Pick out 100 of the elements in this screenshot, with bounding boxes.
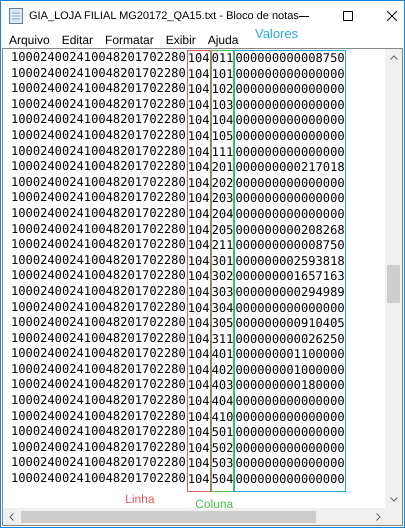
record-text: 104 [188,113,210,129]
record-text: 305 [212,316,234,332]
notepad-icon [9,8,23,24]
close-icon[interactable] [386,11,397,21]
record-text: 000000002593818 [235,254,345,270]
record-text: 104 [212,113,234,129]
menu-item[interactable]: Exibir [166,30,196,48]
record-text: 104 [188,456,210,472]
record-text: 100024002410048201702280 [11,144,186,160]
scroll-down-icon[interactable] [390,497,398,502]
record-text: 104 [188,347,210,363]
record-text: 100024002410048201702280 [11,362,186,378]
record-text: 104 [188,440,210,456]
record-text: 402 [212,362,234,378]
record-text: 104 [188,332,210,348]
record-text: 104 [188,269,210,285]
record-text: 000000000000000 [235,394,345,410]
record-text: 100024002410048201702280 [11,222,186,238]
record-text: 104 [188,284,210,300]
record-text: 000000000000000 [235,206,345,223]
record-text: 503 [212,456,234,472]
record-text: 000000000910405 [235,316,345,332]
record-text: 000000000000000 [235,176,345,192]
record-text: 104 [188,316,210,332]
record-text: 000000000000000 [235,113,345,129]
record-text: 410 [212,410,234,426]
record-text: 100024002410048201702280 [11,471,186,487]
scrollbar-thumb[interactable] [21,510,316,522]
annotation-label: Valores [255,25,298,43]
record-text: 100024002410048201702280 [11,112,186,128]
menu-item[interactable]: Arquivo [9,30,50,48]
record-text: 000000000000000 [235,82,345,98]
menu-item[interactable]: Editar [62,30,94,48]
record-text: 000000000026250 [235,332,345,348]
record-text: 204 [212,206,234,223]
record-text: 000000001000000 [235,362,345,378]
record-text: 000000000000000 [235,144,345,160]
record-text: 202 [212,176,234,192]
record-text: 104 [188,128,210,145]
record-text: 404 [212,394,234,410]
record-text: 100024002410048201702280 [11,159,186,175]
record-text: 403 [212,378,234,394]
record-text: 100024002410048201702280 [11,377,186,394]
record-text: 104 [188,82,210,98]
record-text: 111 [212,144,234,160]
record-text: 100024002410048201702280 [11,174,186,190]
record-text: 000000001100000 [235,347,345,363]
record-text: 303 [212,284,234,300]
maximize-icon[interactable] [342,11,353,21]
record-text: 302 [212,269,234,285]
record-text: 104 [188,300,210,316]
record-text: 201 [212,160,234,176]
record-text: 102 [212,82,234,98]
scrollbar-thumb[interactable] [387,265,400,303]
record-text: 105 [212,128,234,145]
record-text: 000000000000000 [235,128,345,145]
record-text: 000000000294989 [235,284,345,300]
record-text: 100024002410048201702280 [11,268,186,284]
menu-item[interactable]: Formatar [105,30,154,48]
record-text: 000000000000000 [235,456,345,472]
record-text: 000000000008750 [235,51,345,67]
record-text: 100024002410048201702280 [11,408,186,424]
record-text: 000000000000000 [235,98,345,114]
record-text: 104 [188,472,210,488]
record-text: 100024002410048201702280 [11,330,186,346]
record-text: 104 [188,378,210,394]
record-text: 011 [212,51,234,67]
record-text: 100024002410048201702280 [11,81,186,97]
scroll-right-icon[interactable] [376,512,381,520]
record-text: 100024002410048201702280 [11,284,186,300]
record-text: 000000000180000 [235,378,345,394]
record-text: 100024002410048201702280 [11,206,186,222]
annotation-label: Coluna [195,496,234,508]
record-text: 100024002410048201702280 [11,393,186,409]
scroll-up-icon[interactable] [390,55,398,60]
record-text: 501 [212,425,234,441]
record-text: 104 [188,206,210,223]
annotation-label: Linha [125,492,155,506]
record-text: 311 [212,332,234,348]
record-text: 101 [212,66,234,82]
record-text: 104 [188,160,210,176]
record-text: 000000000000000 [235,472,345,488]
scroll-left-icon[interactable] [9,512,14,520]
record-text: 104 [188,425,210,441]
record-text: 000000000000000 [235,66,345,82]
record-text: 000000000000000 [235,440,345,456]
record-text: 100024002410048201702280 [11,50,186,66]
menu-item[interactable]: Ajuda [208,30,238,48]
record-text: 104 [188,238,210,254]
record-text: 401 [212,347,234,363]
record-text: 504 [212,472,234,488]
record-text: 104 [188,222,210,238]
record-text: 100024002410048201702280 [11,96,186,112]
record-text: 000000000217018 [235,160,345,176]
record-text: 100024002410048201702280 [11,300,186,316]
record-text: 100024002410048201702280 [11,66,186,82]
record-text: 104 [188,254,210,270]
record-text: 100024002410048201702280 [11,455,186,472]
record-text: 104 [188,98,210,114]
record-text: 104 [188,394,210,410]
